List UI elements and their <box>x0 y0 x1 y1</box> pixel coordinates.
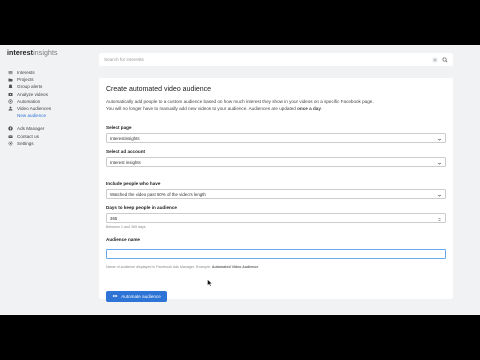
sidebar-item-label: New audience <box>17 113 47 119</box>
sidebar-item-group-alerts[interactable]: Group alerts <box>8 83 96 90</box>
chevron-down-icon <box>437 161 442 166</box>
page-field: Select page Interestinsights <box>106 125 446 143</box>
sidebar-item-label: Analyze videos <box>17 91 48 97</box>
list-icon <box>8 70 13 75</box>
audience-helper-example: Automated Video Audience <box>211 265 259 269</box>
audience-name-helper: Name of audience displayed in Facebook A… <box>106 265 446 269</box>
automation-icon <box>8 99 13 104</box>
page-select-value: Interestinsights <box>110 135 140 141</box>
audience-helper-text: Name of audience displayed in Facebook A… <box>106 265 212 269</box>
sidebar-item-label: Contact us <box>17 133 39 139</box>
sidebar-item-projects[interactable]: Projects <box>8 76 96 83</box>
clear-icon[interactable] <box>431 56 438 63</box>
sidebar-item-label: Group alerts <box>17 84 43 90</box>
page-select[interactable]: Interestinsights <box>106 133 446 143</box>
stepper-arrows-icon[interactable] <box>437 217 442 222</box>
users-icon <box>8 106 13 111</box>
audience-name-label: Audience name <box>106 237 140 242</box>
sidebar-item-video-audiences[interactable]: Video Audiences <box>8 105 96 112</box>
ad-account-field: Select ad account Interest insights <box>106 149 446 167</box>
include-select-value: Watched the video past 50% of the video'… <box>110 191 206 197</box>
automate-audience-button[interactable]: Automate audience <box>106 291 167 302</box>
days-stepper-value: 365 <box>110 215 118 221</box>
search-input[interactable] <box>104 57 428 62</box>
description-text: You will no longer have to manually add … <box>106 106 298 112</box>
sidebar-item-label: Ads Manager <box>17 126 45 132</box>
sidebar-item-ads-manager[interactable]: Ads Manager <box>8 125 96 132</box>
automate-audience-label: Automate audience <box>121 294 161 299</box>
days-stepper[interactable]: 365 <box>106 213 446 223</box>
audience-name-input[interactable] <box>106 248 446 259</box>
video-icon <box>8 92 13 97</box>
logo-light: insights <box>33 50 58 57</box>
include-select[interactable]: Watched the video past 50% of the video'… <box>106 189 446 199</box>
sidebar-item-label: Video Audiences <box>17 106 52 112</box>
sidebar-item-contact-us[interactable]: Contact us <box>8 133 96 140</box>
sidebar-item-label: Interests <box>17 70 35 76</box>
chevron-down-icon <box>437 137 442 142</box>
sidebar-item-new-audience[interactable]: New audience <box>8 112 96 119</box>
ad-account-label: Select ad account <box>106 149 146 154</box>
app-window: interestinsights Interests Projects Grou… <box>0 45 480 315</box>
days-field: Days to keep people in audience 365 Betw… <box>106 205 446 229</box>
days-label: Days to keep people in audience <box>106 205 177 210</box>
folder-icon <box>8 77 13 82</box>
search-icon[interactable] <box>441 56 448 63</box>
sidebar: interestinsights Interests Projects Grou… <box>0 45 98 315</box>
audience-name-field: Audience name Name of audience displayed… <box>106 237 446 269</box>
description: Automatically add people to a custom aud… <box>106 98 446 112</box>
chevron-down-icon <box>437 193 442 198</box>
description-line-2: You will no longer have to manually add … <box>106 105 446 112</box>
description-emphasis: once a day <box>297 106 321 112</box>
app-logo[interactable]: interestinsights <box>7 50 58 57</box>
eye-icon <box>112 293 118 300</box>
facebook-icon <box>8 126 13 132</box>
sidebar-item-interests[interactable]: Interests <box>8 69 96 76</box>
sidebar-item-automation[interactable]: Automation <box>8 98 96 105</box>
mouse-cursor-icon <box>207 274 213 287</box>
mail-icon <box>8 134 13 139</box>
include-field: Include people who have Watched the vide… <box>106 181 446 199</box>
days-helper: Between 1 and 365 days <box>106 225 146 229</box>
ad-account-select[interactable]: Interest insights <box>106 157 446 167</box>
sidebar-item-label: Settings <box>17 140 34 146</box>
include-label: Include people who have <box>106 181 161 186</box>
bell-icon <box>8 84 13 89</box>
sidebar-item-analyze-videos[interactable]: Analyze videos <box>8 91 96 98</box>
sidebar-item-label: Automation <box>17 98 41 104</box>
page-label: Select page <box>106 125 132 130</box>
sidebar-item-settings[interactable]: Settings <box>8 140 96 147</box>
create-audience-card: Create automated video audience Automati… <box>99 78 453 302</box>
search-bar <box>99 53 453 66</box>
logo-bold: interest <box>7 50 34 57</box>
ad-account-select-value: Interest insights <box>110 159 141 165</box>
sidebar-item-label: Projects <box>17 77 34 83</box>
gear-icon <box>8 141 13 146</box>
description-end: . <box>320 106 323 112</box>
description-line-1: Automatically add people to a custom aud… <box>106 99 374 104</box>
sidebar-nav: Interests Projects Group alerts Analyze … <box>8 69 96 147</box>
page-title: Create automated video audience <box>106 86 212 93</box>
